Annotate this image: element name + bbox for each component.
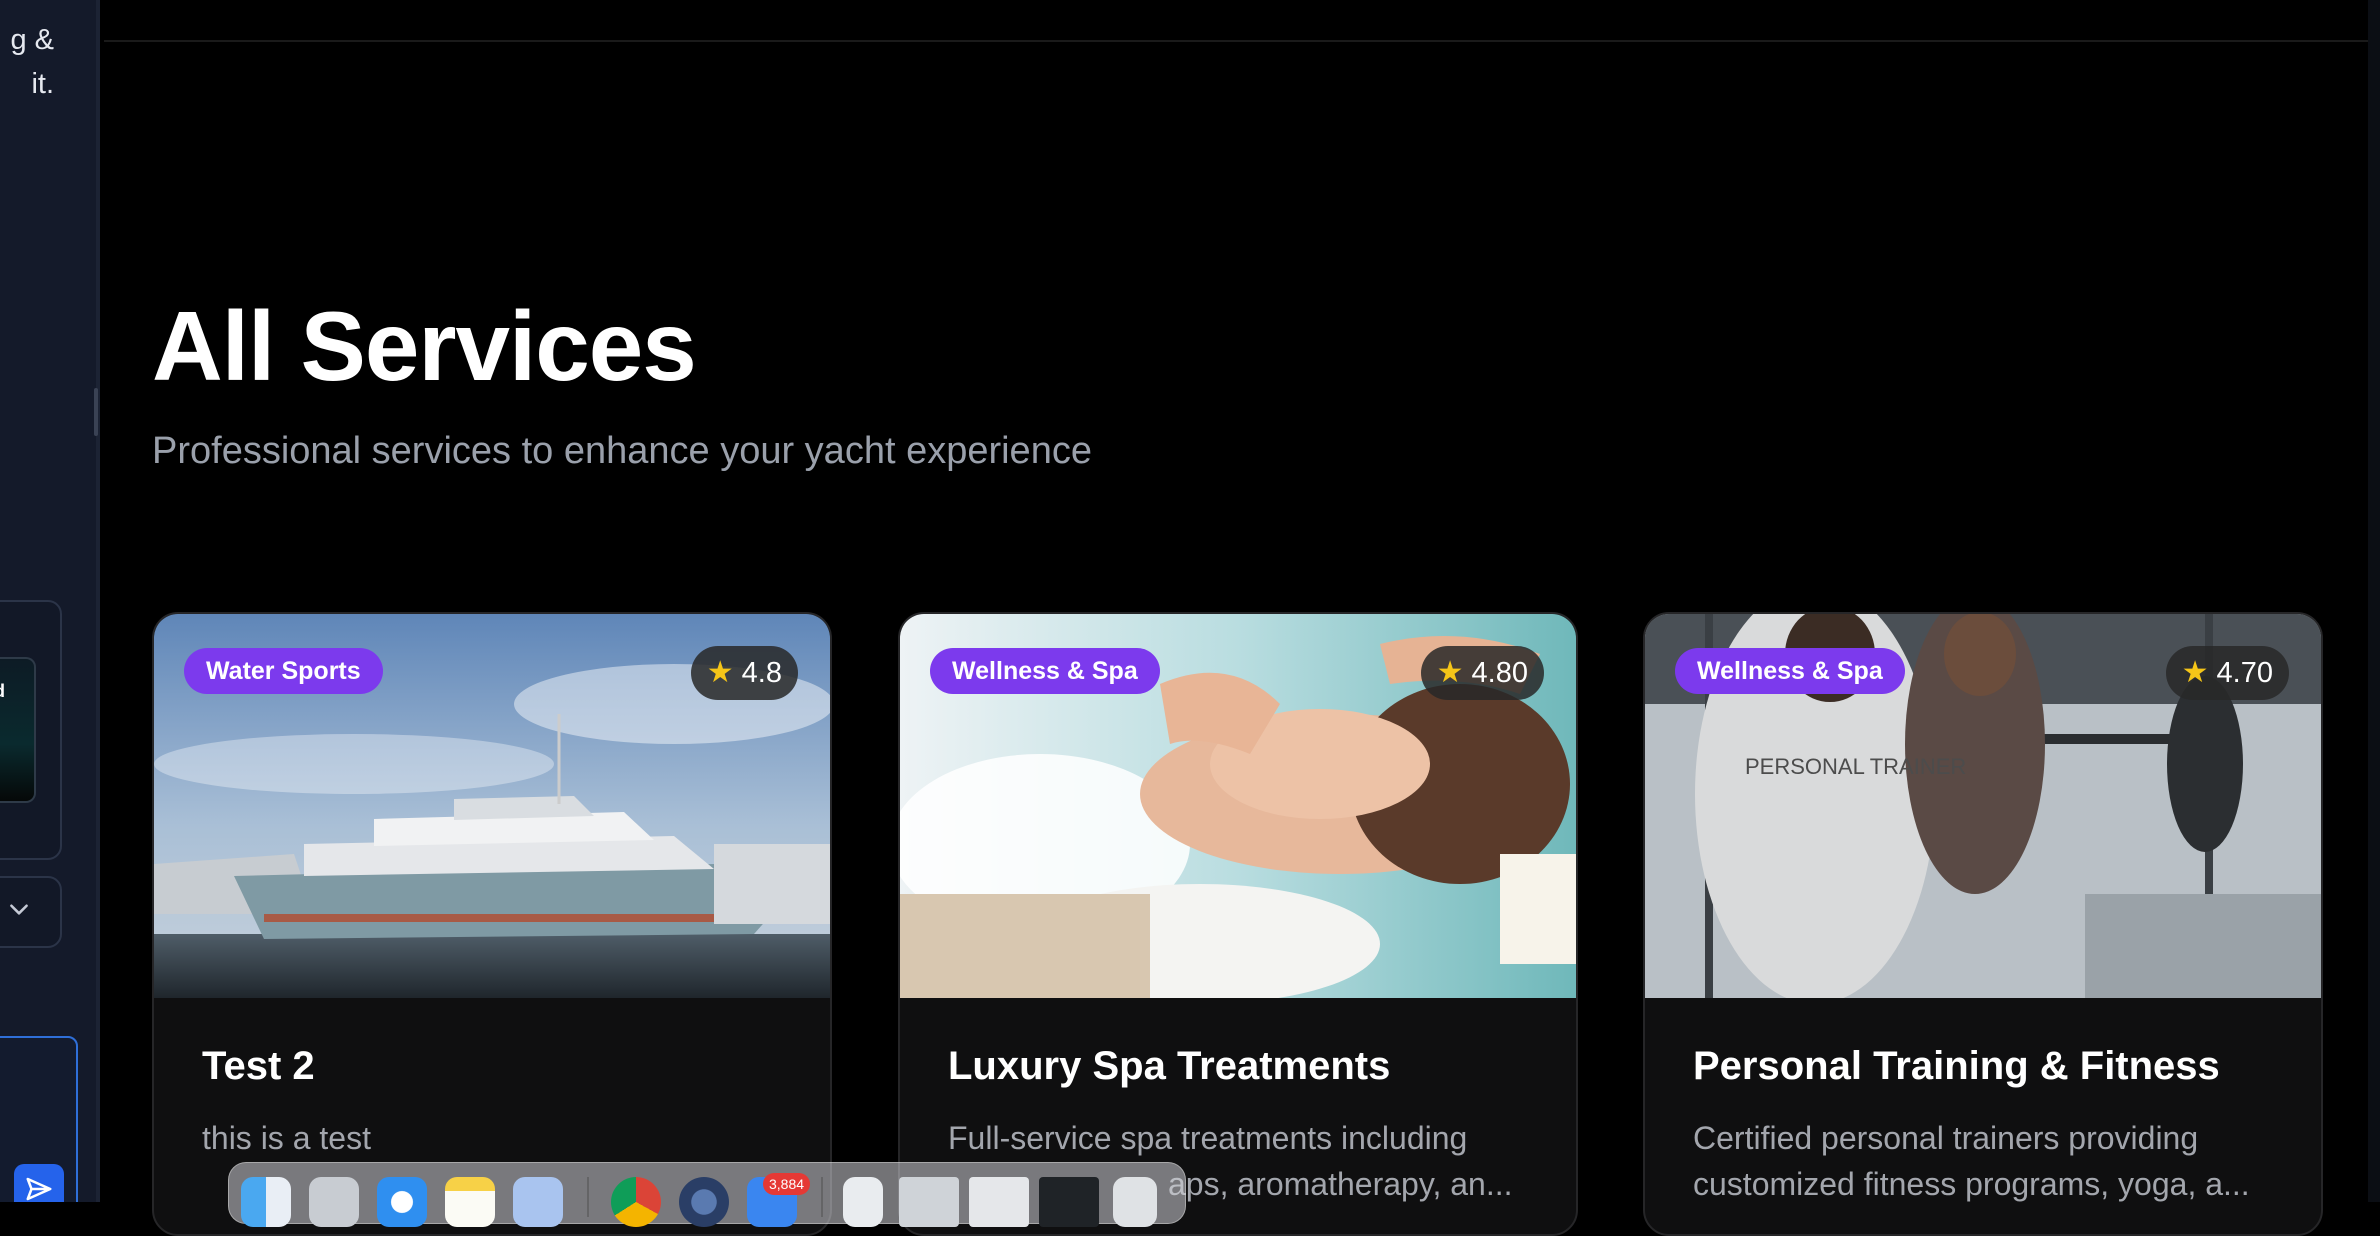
- panel-resize-handle[interactable]: [94, 388, 98, 436]
- shirt-text: PERSONAL TRAINER: [1745, 754, 1966, 779]
- rating-value: 4.8: [741, 657, 782, 689]
- description-line-2: aps, aromatherapy, an...: [1168, 1166, 1513, 1202]
- documents-icon[interactable]: [843, 1177, 883, 1227]
- finder-icon[interactable]: [241, 1177, 291, 1227]
- description-line-1: Certified personal trainers providing: [1693, 1120, 2199, 1156]
- send-icon: [26, 1177, 52, 1201]
- mail-badge: 3,884: [763, 1173, 811, 1195]
- preview-thumbnail[interactable]: ed: [0, 657, 36, 803]
- window-thumbnail-3[interactable]: [1039, 1177, 1099, 1227]
- preview-thumbnail-label: ed: [0, 681, 5, 702]
- service-image-spa: Wellness & Spa ★ 4.80: [900, 614, 1576, 998]
- service-card-test-2[interactable]: Water Sports ★ 4.8 Test 2 this is a test: [152, 612, 832, 1236]
- description-line-2: customized fitness programs, yoga, a...: [1693, 1166, 2250, 1202]
- attachment-preview-card[interactable]: ed: [0, 600, 62, 860]
- page-subtitle: Professional services to enhance your ya…: [152, 430, 1092, 472]
- star-icon: ★: [1436, 656, 1464, 689]
- description-line-1: Full-service spa treatments including: [948, 1120, 1468, 1156]
- top-bar: [104, 0, 2368, 42]
- macos-dock: 3,884: [228, 1162, 1186, 1227]
- rating-value: 4.70: [2216, 657, 2273, 689]
- service-card-personal-training[interactable]: PERSONAL TRAINER Wellness & Spa ★ 4.70 P…: [1643, 612, 2323, 1236]
- service-title: Test 2: [202, 1044, 315, 1088]
- star-icon: ★: [2181, 656, 2209, 689]
- launchpad-icon[interactable]: [309, 1177, 359, 1227]
- service-description: this is a test: [202, 1120, 371, 1156]
- chevron-down-icon: [10, 904, 28, 915]
- rating-badge: ★ 4.8: [690, 646, 798, 700]
- rating-value: 4.80: [1471, 657, 1528, 689]
- trash-icon[interactable]: [1113, 1177, 1157, 1227]
- service-title: Luxury Spa Treatments: [948, 1044, 1391, 1088]
- category-badge: Water Sports: [184, 648, 383, 694]
- service-card-luxury-spa[interactable]: Wellness & Spa ★ 4.80 Luxury Spa Treatme…: [898, 612, 1578, 1236]
- chat-sidebar: g & it. ed: [0, 0, 100, 1202]
- model-dropdown[interactable]: [0, 876, 62, 948]
- scrollbar-track[interactable]: [2368, 0, 2380, 1202]
- star-icon: ★: [706, 656, 734, 689]
- chrome-icon[interactable]: [611, 1177, 661, 1227]
- rating-badge: ★ 4.80: [1420, 646, 1544, 700]
- service-title: Personal Training & Fitness: [1693, 1044, 2220, 1088]
- safari-icon[interactable]: [377, 1177, 427, 1227]
- service-image-yacht: Water Sports ★ 4.8: [154, 614, 830, 998]
- service-image-gym: PERSONAL TRAINER Wellness & Spa ★ 4.70: [1645, 614, 2321, 998]
- sidebar-message-text: g & it.: [0, 18, 54, 106]
- page-title: All Services: [152, 291, 697, 401]
- category-badge: Wellness & Spa: [930, 648, 1160, 694]
- rating-badge: ★ 4.70: [2165, 646, 2289, 700]
- preview-icon[interactable]: [513, 1177, 563, 1227]
- sidebar-text-line-1: g &: [10, 24, 54, 56]
- sidebar-divider: [96, 0, 100, 1202]
- sidebar-text-line-2: it.: [31, 68, 54, 100]
- service-description: Certified personal trainers providing cu…: [1693, 1115, 2281, 1207]
- window-thumbnail-1[interactable]: [899, 1177, 959, 1227]
- window-thumbnail-2[interactable]: [969, 1177, 1029, 1227]
- notes-icon[interactable]: [445, 1177, 495, 1227]
- send-button[interactable]: [14, 1164, 64, 1202]
- proxyman-icon[interactable]: [679, 1177, 729, 1227]
- category-badge: Wellness & Spa: [1675, 648, 1905, 694]
